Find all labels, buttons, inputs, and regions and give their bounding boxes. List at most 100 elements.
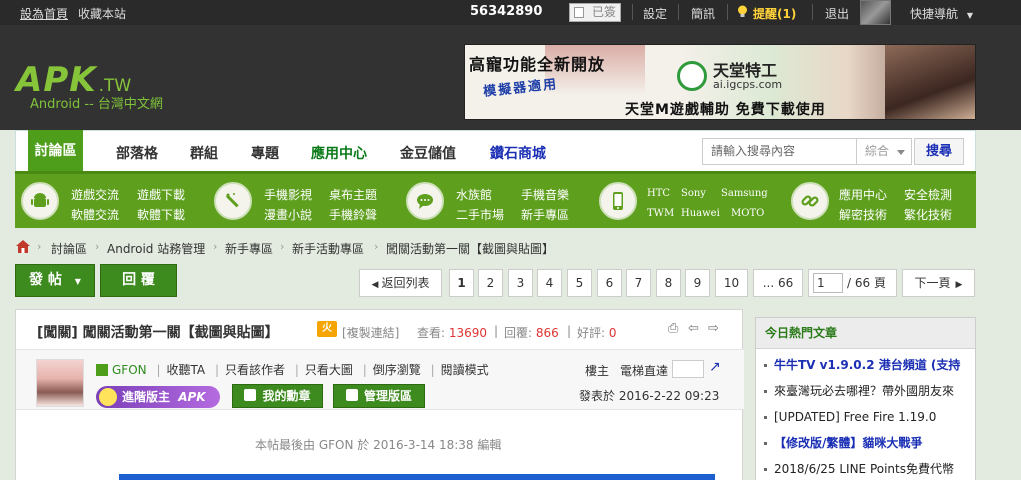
smartphone-icon[interactable] [599, 182, 637, 220]
hot-article[interactable]: [UPDATED] Free Fire 1.19.0 [756, 404, 975, 430]
cat-mobile-video[interactable]: 手機影視 [264, 186, 312, 203]
nav-blog[interactable]: 部落格 [116, 143, 158, 163]
cat-sony[interactable]: Sony [681, 188, 706, 199]
page-1[interactable]: 1 [449, 269, 474, 297]
link-icon[interactable] [791, 182, 829, 220]
home-icon[interactable] [15, 239, 31, 254]
previous-thread-icon[interactable]: ⇦ [688, 321, 699, 336]
user-id[interactable]: 56342890 [470, 4, 542, 19]
magic-wand-icon[interactable] [214, 182, 252, 220]
chat-bubble-icon[interactable] [406, 182, 444, 220]
search-type-select[interactable]: 綜合 [857, 138, 912, 165]
cat-mobile-music[interactable]: 手機音樂 [521, 186, 569, 203]
read-mode-link[interactable]: 閱讀模式 [441, 363, 489, 377]
cat-huawei[interactable]: Huawei [681, 208, 720, 219]
print-icon[interactable]: ⎙ [668, 321, 678, 336]
category-bar: 遊戲交流 遊戲下載 軟體交流 軟體下載 手機影視 桌布主題 漫畫小說 手機鈴聲 … [15, 171, 976, 228]
settings-link[interactable]: 設定 [643, 5, 667, 22]
my-medals-button[interactable]: 我的勳章 [232, 384, 323, 408]
go-arrow-icon[interactable]: ↗ [709, 359, 721, 375]
cat-htc[interactable]: HTC [647, 188, 670, 199]
page-10[interactable]: 10 [715, 269, 748, 297]
cat-security-check[interactable]: 安全檢測 [904, 186, 952, 203]
only-author-link[interactable]: 只看該作者 [225, 363, 285, 377]
elevator-label: 電梯直達 [620, 364, 669, 378]
breadcrumb-site-admin[interactable]: Android 站務管理 [107, 240, 205, 257]
cat-wallpaper-theme[interactable]: 桌布主題 [329, 186, 377, 203]
site-header: APK .TW Android -- 台灣中文網 高寵功能全新開放 模擬器適用 天… [0, 25, 1021, 130]
cat-twm[interactable]: TWM [647, 208, 674, 219]
new-post-button[interactable]: 發 帖 ▼ [15, 264, 95, 297]
manage-board-button[interactable]: 管理版區 [333, 384, 425, 408]
user-avatar[interactable] [860, 0, 891, 25]
cat-moto[interactable]: MOTO [731, 208, 764, 219]
next-thread-icon[interactable]: ⇨ [708, 321, 719, 336]
cat-comics-novels[interactable]: 漫畫小說 [264, 206, 312, 223]
hot-article[interactable]: 【修改版/繁體】貓咪大戰爭 [756, 430, 975, 456]
page-6[interactable]: 6 [597, 269, 622, 297]
bookmark-link[interactable]: 收藏本站 [78, 5, 126, 22]
author-name[interactable]: GFON [112, 363, 147, 377]
page-2[interactable]: 2 [478, 269, 503, 297]
hot-article[interactable]: 來臺灣玩必去哪裡？帶外國朋友來 [756, 378, 975, 404]
cat-game-discussion[interactable]: 遊戲交流 [71, 186, 119, 203]
nav-groups[interactable]: 群組 [190, 143, 218, 163]
reminders-link[interactable]: 提醒(1) [753, 5, 796, 22]
user-online-icon [96, 364, 108, 376]
next-page-button[interactable]: 下一頁 ▶ [902, 269, 975, 297]
page-jump-input[interactable]: 1 [813, 273, 843, 293]
replies-stat: 回覆: 866 [504, 326, 559, 340]
cat-software-download[interactable]: 軟體下載 [137, 206, 185, 223]
search-button[interactable]: 搜尋 [914, 138, 964, 165]
sidebar-title: 今日熱門文章 [756, 318, 975, 349]
breadcrumb-forum[interactable]: 討論區 [51, 240, 87, 257]
nav-forum[interactable]: 討論區 [28, 130, 83, 172]
page-8[interactable]: 8 [656, 269, 681, 297]
signed-button[interactable]: 已簽 [569, 3, 621, 22]
search-input[interactable]: 請輸入搜尋內容 [702, 138, 857, 165]
cat-newbie-zone[interactable]: 新手專區 [521, 206, 569, 223]
page-5[interactable]: 5 [567, 269, 592, 297]
cat-decrypt[interactable]: 解密技術 [839, 206, 887, 223]
page-7[interactable]: 7 [626, 269, 651, 297]
hot-article[interactable]: 牛牛TV v1.9.0.2 港台頻道 (支持 [756, 352, 975, 378]
cat-second-hand[interactable]: 二手市場 [456, 206, 504, 223]
reverse-order-link[interactable]: 倒序瀏覽 [373, 363, 421, 377]
cat-game-download[interactable]: 遊戲下載 [137, 186, 185, 203]
follow-link[interactable]: 收聽TA [167, 363, 206, 377]
messages-link[interactable]: 簡訊 [691, 5, 715, 22]
hot-article[interactable]: 2018/6/25 LINE Points免費代幣 [756, 456, 975, 480]
page-9[interactable]: 9 [685, 269, 710, 297]
copy-link-button[interactable]: [複製連結] [342, 324, 399, 341]
breadcrumb-newbie-zone[interactable]: 新手專區 [225, 240, 273, 257]
cat-ringtones[interactable]: 手機鈴聲 [329, 206, 377, 223]
logo-subtitle: Android -- 台灣中文網 [30, 97, 163, 112]
cat-software-discussion[interactable]: 軟體交流 [71, 206, 119, 223]
set-homepage-link[interactable]: 設為首頁 [20, 5, 68, 22]
page-3[interactable]: 3 [508, 269, 533, 297]
cat-aquarium[interactable]: 水族館 [456, 186, 492, 203]
only-big-images-link[interactable]: 只看大圖 [305, 363, 353, 377]
nav-gold-topup[interactable]: 金豆儲值 [400, 143, 456, 163]
page-4[interactable]: 4 [537, 269, 562, 297]
quick-nav-menu[interactable]: 快捷導航 ▼ [910, 5, 973, 22]
cat-samsung[interactable]: Samsung [721, 188, 768, 199]
ad-banner[interactable]: 高寵功能全新開放 模擬器適用 天堂特工 ai.igcps.com 天堂M遊戲輔助… [464, 44, 976, 120]
nav-topics[interactable]: 專題 [251, 143, 279, 163]
back-to-list-button[interactable]: ◀ 返回列表 [359, 269, 442, 297]
gear-icon [99, 388, 117, 406]
logout-link[interactable]: 退出 [825, 5, 849, 22]
breadcrumb-newbie-events[interactable]: 新手活動專區 [292, 240, 364, 257]
cat-traditionalize[interactable]: 繁化技術 [904, 206, 952, 223]
author-avatar[interactable] [36, 359, 84, 407]
android-icon[interactable] [21, 182, 59, 220]
nav-diamond-mall[interactable]: 鑽石商城 [490, 143, 546, 163]
floor-jump-input[interactable] [672, 360, 704, 378]
nav-app-center[interactable]: 應用中心 [311, 143, 367, 163]
page-last[interactable]: ... 66 [753, 269, 803, 297]
breadcrumb-current-thread[interactable]: 闖關活動第一關【截圖與貼圖】 [386, 240, 554, 257]
reply-button[interactable]: 回 覆 [100, 264, 177, 297]
site-logo[interactable]: APK .TW Android -- 台灣中文網 [16, 60, 163, 112]
edit-note: 本帖最後由 GFON 於 2016-3-14 18:38 編輯 [255, 438, 502, 452]
cat-app-center[interactable]: 應用中心 [839, 186, 887, 203]
